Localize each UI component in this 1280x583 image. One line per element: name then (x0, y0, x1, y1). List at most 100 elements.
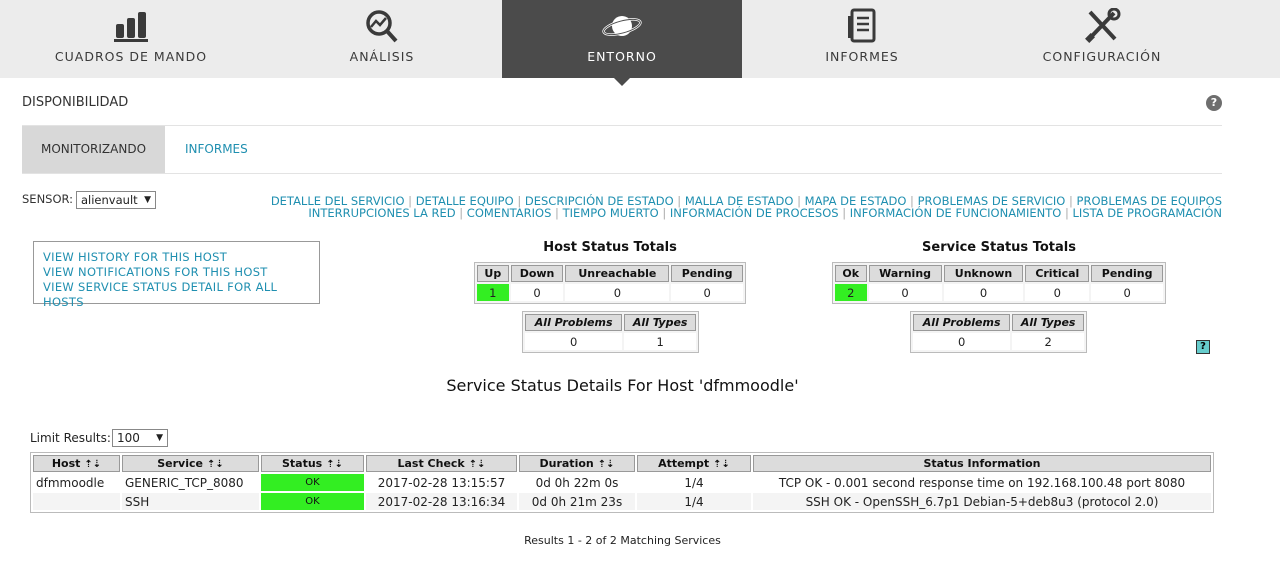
value-unknown: 0 (943, 284, 1024, 301)
nav-link[interactable]: TIEMPO MUERTO (563, 206, 659, 220)
link-separator: | (1061, 206, 1073, 220)
value-ok: 2 (835, 284, 867, 301)
bar-chart-icon (114, 12, 148, 42)
view-service-detail-link[interactable]: VIEW SERVICE STATUS DETAIL FOR ALL HOSTS (43, 280, 319, 310)
cell-last-check: 2017-02-28 13:16:34 (366, 493, 517, 510)
link-separator: | (838, 206, 850, 220)
header-unknown[interactable]: Unknown (943, 265, 1024, 282)
value-pending: 0 (1091, 284, 1163, 301)
header-all-problems[interactable]: All Problems (525, 314, 623, 331)
col-attempt: Attempt ⇡⇣ (637, 455, 751, 472)
main-nav: CUADROS DE MANDO ANÁLISIS ENTORNO INFORM… (0, 0, 1280, 86)
sensor-label: SENSOR: (22, 192, 74, 206)
nav-tab-configuration[interactable]: CONFIGURACIÓN (982, 0, 1222, 78)
link-separator: | (551, 206, 563, 220)
host-totals-table: Up Down Unreachable Pending 1 0 0 0 (474, 262, 746, 304)
col-last-check: Last Check ⇡⇣ (366, 455, 517, 472)
cell-status: OK (261, 474, 364, 491)
magnifier-icon (366, 10, 398, 43)
service-totals-table: Ok Warning Unknown Critical Pending 2 0 … (832, 262, 1166, 304)
nav-tab-reports[interactable]: INFORMES (742, 0, 982, 78)
details-title: Service Status Details For Host 'dfmmood… (446, 376, 799, 395)
sensor-value: alienvault (81, 193, 138, 207)
tab-monitoring[interactable]: MONITORIZANDO (22, 126, 165, 173)
sort-arrows-icon[interactable]: ⇡⇣ (84, 459, 101, 470)
cell-host[interactable] (33, 493, 120, 510)
cell-service[interactable]: GENERIC_TCP_8080 (122, 474, 259, 491)
col-service: Service ⇡⇣ (122, 455, 259, 472)
tools-icon (1085, 8, 1121, 43)
col-host: Host ⇡⇣ (33, 455, 120, 472)
nav-link[interactable]: INFORMACIÓN DE FUNCIONAMIENTO (850, 206, 1062, 220)
chevron-down-icon: ▼ (144, 195, 151, 205)
sort-arrows-icon[interactable]: ⇡⇣ (207, 459, 224, 470)
view-history-link[interactable]: VIEW HISTORY FOR THIS HOST (43, 250, 319, 265)
value-up: 1 (477, 284, 509, 301)
nav-tab-environment[interactable]: ENTORNO (502, 0, 742, 86)
header-warning[interactable]: Warning (868, 265, 942, 282)
service-problems-table: All Problems All Types 0 2 (910, 311, 1087, 353)
header-unreachable[interactable]: Unreachable (565, 265, 670, 282)
header-up[interactable]: Up (477, 265, 509, 282)
host-links-box: VIEW HISTORY FOR THIS HOST VIEW NOTIFICA… (33, 241, 320, 309)
service-status-table: Host ⇡⇣ Service ⇡⇣ Status ⇡⇣ Last Check ⇡⇣ D… (30, 452, 1214, 513)
nav-tab-label: CUADROS DE MANDO (54, 49, 208, 64)
value-unreachable: 0 (565, 284, 670, 301)
document-icon (848, 8, 876, 43)
value-all-types: 1 (624, 333, 696, 350)
nav-tab-dashboards[interactable]: CUADROS DE MANDO (0, 0, 262, 78)
nav-tab-label: CONFIGURACIÓN (1042, 49, 1162, 64)
header-critical[interactable]: Critical (1025, 265, 1090, 282)
col-status-info: Status Information (753, 455, 1211, 472)
results-count: Results 1 - 2 of 2 Matching Services (524, 534, 721, 547)
cell-last-check: 2017-02-28 13:15:57 (377, 475, 506, 490)
table-row: SSH OK 2017-02-28 13:16:34 0d 0h 21m 23s… (33, 493, 1211, 510)
sort-arrows-icon[interactable]: ⇡⇣ (713, 459, 730, 470)
sort-arrows-icon[interactable]: ⇡⇣ (326, 459, 343, 470)
col-duration: Duration ⇡⇣ (519, 455, 635, 472)
help-question-icon[interactable]: ? (1196, 340, 1210, 354)
planet-icon (602, 16, 642, 36)
cell-attempt: 1/4 (637, 493, 751, 510)
value-warning: 0 (868, 284, 942, 301)
value-all-problems: 0 (913, 333, 1011, 350)
link-separator: | (658, 206, 670, 220)
nav-link[interactable]: INFORMACIÓN DE PROCESOS (670, 206, 839, 220)
cell-service[interactable]: SSH (122, 493, 259, 510)
sub-tabs: MONITORIZANDO INFORMES (22, 126, 1222, 174)
nav-tab-label: ENTORNO (587, 49, 657, 64)
header-all-types[interactable]: All Types (624, 314, 696, 331)
value-pending: 0 (671, 284, 743, 301)
nav-tab-analysis[interactable]: ANÁLISIS (262, 0, 502, 78)
nav-tab-label: INFORMES (825, 49, 899, 64)
nav-tab-label: ANÁLISIS (349, 49, 415, 64)
header-all-types[interactable]: All Types (1012, 314, 1084, 331)
sort-arrows-icon[interactable]: ⇡⇣ (598, 459, 615, 470)
nav-link[interactable]: COMENTARIOS (467, 206, 552, 220)
cell-duration: 0d 0h 22m 0s (535, 475, 619, 490)
cell-status-info: TCP OK - 0.001 second response time on 1… (778, 475, 1186, 490)
nav-link[interactable]: LISTA DE PROGRAMACIÓN (1073, 206, 1222, 220)
limit-results-label: Limit Results: (30, 431, 111, 445)
nav-link[interactable]: INTERRUPCIONES LA RED (308, 206, 455, 220)
header-all-problems[interactable]: All Problems (913, 314, 1011, 331)
cell-status-info: SSH OK - OpenSSH_6.7p1 Debian-5+deb8u3 (… (753, 493, 1211, 510)
sort-arrows-icon[interactable]: ⇡⇣ (469, 459, 486, 470)
limit-results-select[interactable]: 100 ▼ (112, 429, 168, 447)
help-icon[interactable]: ? (1206, 95, 1222, 111)
header-pending[interactable]: Pending (1091, 265, 1163, 282)
cell-status: OK (261, 493, 364, 510)
header-down[interactable]: Down (510, 265, 564, 282)
table-header-row: Host ⇡⇣ Service ⇡⇣ Status ⇡⇣ Last Check ⇡⇣ D… (33, 455, 1211, 472)
tab-reports[interactable]: INFORMES (165, 126, 268, 173)
host-problems-table: All Problems All Types 0 1 (522, 311, 699, 353)
cell-duration: 0d 0h 21m 23s (519, 493, 635, 510)
host-totals-title: Host Status Totals (543, 240, 677, 255)
view-notifications-link[interactable]: VIEW NOTIFICATIONS FOR THIS HOST (43, 265, 319, 280)
header-pending[interactable]: Pending (671, 265, 743, 282)
chevron-down-icon: ▼ (156, 433, 163, 443)
sensor-select[interactable]: alienvault ▼ (76, 191, 156, 209)
limit-value: 100 (117, 431, 140, 445)
header-ok[interactable]: Ok (835, 265, 867, 282)
cell-host[interactable]: dfmmoodle (33, 474, 120, 491)
